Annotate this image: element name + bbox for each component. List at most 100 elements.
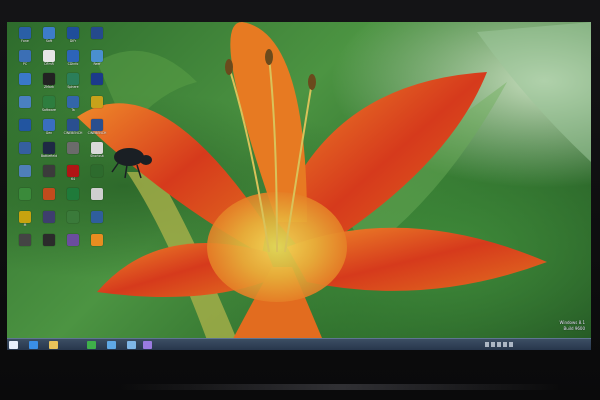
desktop-icon[interactable]: 64 xyxy=(61,164,85,187)
app-icon xyxy=(67,234,79,246)
app-icon xyxy=(67,27,79,39)
explorer-icon[interactable] xyxy=(49,341,58,349)
watermark-build: Build 9600 xyxy=(563,325,586,331)
desktop-icon[interactable]: CINEBENCH xyxy=(61,118,85,141)
desktop-icon[interactable] xyxy=(61,187,85,210)
app-icon xyxy=(91,96,103,108)
desktop-icon[interactable] xyxy=(13,233,37,256)
desktop-icon[interactable]: M xyxy=(13,210,37,233)
app-icon xyxy=(67,142,79,154)
desktop-icon[interactable] xyxy=(37,164,61,187)
desktop-icon-label: CDinfo xyxy=(67,62,79,66)
app-icon xyxy=(67,96,79,108)
taskbar xyxy=(7,338,591,350)
desktop-icon[interactable] xyxy=(85,187,109,210)
desktop-icon[interactable]: Battlefield xyxy=(37,141,61,164)
desktop-icon[interactable]: Reef xyxy=(85,49,109,72)
desktop-icon[interactable]: ZMark xyxy=(37,72,61,95)
desktop-icon-label: CINEBENCH xyxy=(63,131,83,135)
folder-icon xyxy=(19,96,31,108)
app-icon[interactable] xyxy=(107,341,116,349)
app-icon xyxy=(43,165,55,177)
desktop-icon[interactable]: Ta xyxy=(61,95,85,118)
desktop-icon[interactable]: Software xyxy=(37,95,61,118)
desktop-icon[interactable] xyxy=(61,233,85,256)
app-icon xyxy=(19,165,31,177)
start-button[interactable] xyxy=(9,341,18,349)
desktop-icon[interactable]: Sphere xyxy=(61,72,85,95)
app-icon xyxy=(43,211,55,223)
tray-icon[interactable] xyxy=(497,342,501,347)
desktop-icon[interactable] xyxy=(37,210,61,233)
desktop-icon[interactable] xyxy=(61,141,85,164)
desktop-icon-label: Reef xyxy=(93,62,101,66)
desktop-icon[interactable]: Shortcut xyxy=(85,141,109,164)
tray-icon[interactable] xyxy=(485,342,489,347)
app-icon[interactable] xyxy=(143,341,152,349)
ie-icon[interactable] xyxy=(29,341,38,349)
store-icon[interactable] xyxy=(87,341,96,349)
app-icon[interactable] xyxy=(127,341,136,349)
app-icon xyxy=(67,50,79,62)
desktop-screen: Fone Soft DiFr PC DFmR CDinfo Reef ZMark Sphere S… xyxy=(7,22,591,350)
game-icon xyxy=(43,142,55,154)
desktop-icon[interactable] xyxy=(13,72,37,95)
app-icon xyxy=(43,73,55,85)
app-icon xyxy=(43,50,55,62)
app-icon xyxy=(91,27,103,39)
app-icon xyxy=(67,119,79,131)
desktop-icon-grid: Fone Soft DiFr PC DFmR CDinfo Reef ZMark Sphere S… xyxy=(13,26,109,326)
desktop-icon[interactable] xyxy=(37,187,61,210)
app-icon xyxy=(91,165,103,177)
app-icon xyxy=(67,211,79,223)
system-tray[interactable] xyxy=(485,342,513,348)
desktop-icon[interactable]: PC xyxy=(13,49,37,72)
tray-icon[interactable] xyxy=(491,342,495,347)
desktop-icon[interactable] xyxy=(85,233,109,256)
network-icon[interactable] xyxy=(503,342,507,347)
desktop-icon-label: M xyxy=(23,223,27,227)
desktop-icon[interactable] xyxy=(13,141,37,164)
desktop-icon[interactable]: CINEBENCH xyxy=(85,118,109,141)
app-icon xyxy=(67,165,79,177)
desktop-icon[interactable]: Gen xyxy=(37,118,61,141)
desktop-icon[interactable] xyxy=(13,118,37,141)
desktop-icon-label: CINEBENCH xyxy=(87,131,107,135)
app-icon xyxy=(19,211,31,223)
app-icon xyxy=(19,234,31,246)
app-icon xyxy=(91,73,103,85)
desktop-icon-label: Gen xyxy=(45,131,53,135)
app-icon xyxy=(91,211,103,223)
desktop-icon-label: DiFr xyxy=(69,39,77,43)
desktop-icon[interactable] xyxy=(13,187,37,210)
desktop-icon-label: Battlefield xyxy=(40,154,58,158)
app-icon xyxy=(43,119,55,131)
app-icon xyxy=(91,50,103,62)
app-icon xyxy=(91,234,103,246)
desktop-icon-label: PC xyxy=(22,62,28,66)
windows-watermark: Windows 8.1 Build 9600 xyxy=(525,320,586,331)
desktop-icon-label: ZMark xyxy=(43,85,55,89)
computer-icon xyxy=(19,50,31,62)
desktop-icon[interactable] xyxy=(85,95,109,118)
desktop-icon[interactable]: DFmR xyxy=(37,49,61,72)
app-icon xyxy=(91,119,103,131)
desktop-icon[interactable]: CDinfo xyxy=(61,49,85,72)
app-icon xyxy=(91,188,103,200)
desktop-icon[interactable] xyxy=(85,72,109,95)
app-icon xyxy=(19,27,31,39)
desktop-icon[interactable]: Fone xyxy=(13,26,37,49)
volume-icon[interactable] xyxy=(509,342,513,347)
desktop-icon[interactable] xyxy=(85,164,109,187)
desktop-icon[interactable]: Soft xyxy=(37,26,61,49)
desktop-icon[interactable]: DiFr xyxy=(61,26,85,49)
desktop-icon[interactable] xyxy=(13,95,37,118)
desktop-icon[interactable] xyxy=(13,164,37,187)
desktop-icon[interactable] xyxy=(37,233,61,256)
desktop-icon-label: Sphere xyxy=(67,85,79,89)
desktop-icon[interactable] xyxy=(85,210,109,233)
app-icon xyxy=(43,188,55,200)
desktop-icon[interactable] xyxy=(85,26,109,49)
desktop-icon[interactable] xyxy=(61,210,85,233)
desktop-icon-label: Software xyxy=(41,108,57,112)
